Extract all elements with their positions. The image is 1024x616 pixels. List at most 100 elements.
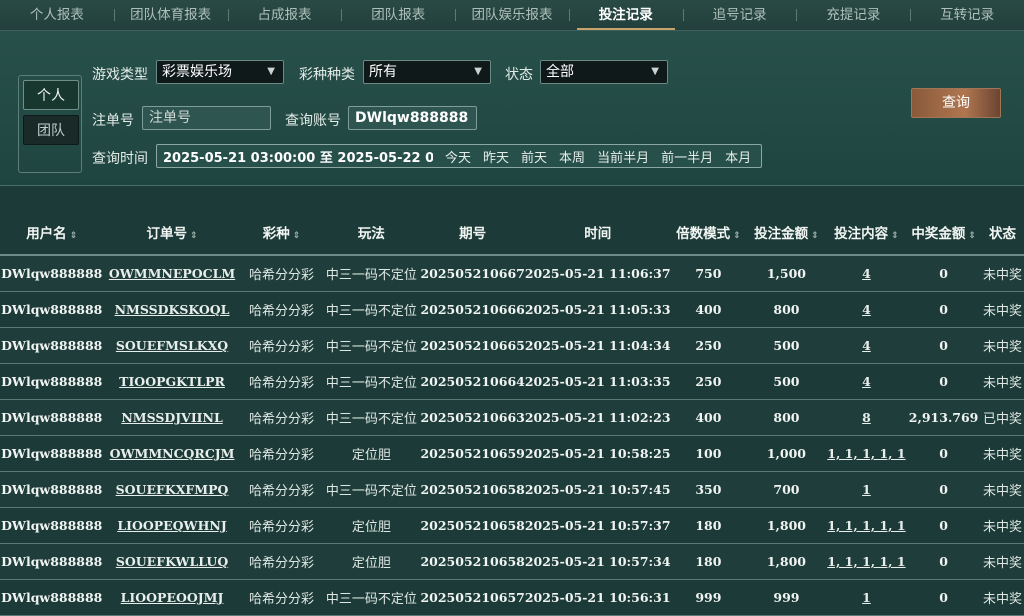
cell-content[interactable]: 1, 1, 1, 1, 1 — [826, 507, 907, 544]
table-row: DWlqw888888 OWMMNCQRCJM 哈希分分彩 定位胆 2025052106… — [0, 435, 1024, 472]
cell-status: 已中奖 — [980, 399, 1024, 436]
cell-time: 2025-05-21 11:06:37 — [524, 255, 671, 292]
cell-issue: 202505210664 — [420, 363, 525, 400]
status-label: 状态 — [505, 67, 533, 83]
column-header[interactable]: 中奖金额 ⇕ — [906, 210, 981, 256]
quick-yesterday[interactable]: 昨天 — [483, 147, 509, 166]
quick-this-week[interactable]: 本周 — [559, 147, 585, 166]
quick-today[interactable]: 今天 — [445, 147, 471, 166]
tab-6[interactable]: 追号记录 — [682, 0, 797, 30]
cell-content[interactable]: 1, 1, 1, 1, 1 — [826, 543, 907, 580]
cell-win: 0 — [906, 579, 981, 616]
tab-4[interactable]: 团队娱乐报表 — [455, 0, 569, 30]
cell-content[interactable]: 4 — [826, 291, 907, 328]
column-header[interactable]: 订单号 ⇕ — [103, 210, 241, 256]
cell-multi: 180 — [670, 507, 747, 544]
cell-order[interactable]: NMSSDKSKOQL — [103, 291, 241, 328]
cell-win: 2,913.769 — [906, 399, 981, 436]
table-row: DWlqw888888 LIOOPEQWHNJ 哈希分分彩 定位胆 2025052106… — [0, 507, 1024, 544]
cell-content[interactable]: 4 — [826, 255, 907, 292]
order-number-input[interactable]: 注单号 — [142, 106, 271, 130]
cell-lottery: 哈希分分彩 — [240, 471, 323, 508]
tab-3[interactable]: 团队报表 — [341, 0, 455, 30]
column-header[interactable]: 彩种 ⇕ — [240, 210, 323, 256]
cell-status: 未中奖 — [980, 507, 1024, 544]
game-type-value: 彩票娱乐场 — [162, 64, 232, 80]
cell-issue: 202505210663 — [420, 399, 525, 436]
query-button[interactable]: 查询 — [911, 88, 1001, 118]
cell-order[interactable]: TIOOPGKTLPR — [103, 363, 241, 400]
sort-icon[interactable]: ⇕ — [70, 231, 78, 241]
cell-multi: 350 — [670, 471, 747, 508]
cell-multi: 400 — [670, 291, 747, 328]
cell-order[interactable]: SOUEFKXFMPQ — [103, 471, 241, 508]
date-range-input[interactable]: 2025-05-21 03:00:00 至 2025-05-22 03:00:0 — [157, 147, 433, 166]
status-select[interactable]: 全部 ▼ — [540, 60, 668, 84]
sort-icon[interactable]: ⇕ — [190, 231, 198, 241]
cell-order[interactable]: SOUEFKWLLUQ — [103, 543, 241, 580]
cell-win: 0 — [906, 507, 981, 544]
cell-play: 中三一码不定位 — [322, 399, 421, 436]
cell-win: 0 — [906, 363, 981, 400]
cell-lottery: 哈希分分彩 — [240, 327, 323, 364]
scope-team-button[interactable]: 团队 — [23, 115, 79, 145]
cell-play: 定位胆 — [322, 435, 421, 472]
tab-8[interactable]: 互转记录 — [910, 0, 1024, 30]
cell-play: 中三一码不定位 — [322, 363, 421, 400]
sort-icon[interactable]: ⇕ — [733, 231, 741, 241]
cell-order[interactable]: LIOOPEQWHNJ — [103, 507, 241, 544]
cell-multi: 250 — [670, 363, 747, 400]
scope-personal-button[interactable]: 个人 — [23, 80, 79, 110]
cell-order[interactable]: OWMMNCQRCJM — [103, 435, 241, 472]
game-type-select[interactable]: 彩票娱乐场 ▼ — [156, 60, 284, 84]
sort-icon[interactable]: ⇕ — [891, 231, 899, 241]
tab-1[interactable]: 团队体育报表 — [113, 0, 228, 30]
cell-play: 定位胆 — [322, 507, 421, 544]
cell-amount: 800 — [746, 399, 827, 436]
tab-0[interactable]: 个人报表 — [0, 0, 114, 30]
cell-content[interactable]: 1, 1, 1, 1, 1 — [826, 435, 907, 472]
cell-play: 中三一码不定位 — [322, 579, 421, 616]
cell-content[interactable]: 8 — [826, 399, 907, 436]
cell-win: 0 — [906, 435, 981, 472]
lottery-select[interactable]: 所有 ▼ — [363, 60, 491, 84]
order-label: 注单号 — [92, 113, 134, 129]
column-header[interactable]: 用户名 ⇕ — [0, 210, 104, 256]
cell-content[interactable]: 4 — [826, 327, 907, 364]
column-header-label: 倍数模式 — [676, 226, 731, 242]
cell-content[interactable]: 1 — [826, 471, 907, 508]
sort-icon[interactable]: ⇕ — [811, 231, 819, 241]
chevron-down-icon: ▼ — [474, 66, 482, 77]
cell-status: 未中奖 — [980, 327, 1024, 364]
cell-order[interactable]: SOUEFMSLKXQ — [103, 327, 241, 364]
column-header[interactable]: 倍数模式 ⇕ — [670, 210, 747, 256]
cell-user: DWlqw888888 — [0, 435, 104, 472]
column-header[interactable]: 投注内容 ⇕ — [826, 210, 907, 256]
cell-order[interactable]: LIOOPEOOJMJ — [103, 579, 241, 616]
tab-2[interactable]: 占成报表 — [227, 0, 342, 30]
lottery-value: 所有 — [369, 64, 397, 80]
quick-previous-half-month[interactable]: 前一半月 — [661, 147, 713, 166]
cell-time: 2025-05-21 10:57:45 — [524, 471, 671, 508]
cell-user: DWlqw888888 — [0, 327, 104, 364]
column-header[interactable]: 投注金额 ⇕ — [746, 210, 827, 256]
quick-this-month[interactable]: 本月 — [725, 147, 751, 166]
sort-icon[interactable]: ⇕ — [968, 231, 976, 241]
quick-day-before[interactable]: 前天 — [521, 147, 547, 166]
cell-status: 未中奖 — [980, 255, 1024, 292]
cell-user: DWlqw888888 — [0, 507, 104, 544]
sort-icon[interactable]: ⇕ — [293, 231, 301, 241]
cell-content[interactable]: 1 — [826, 579, 907, 616]
cell-content[interactable]: 4 — [826, 363, 907, 400]
account-input[interactable]: DWlqw888888 — [348, 106, 477, 130]
report-tabs: 个人报表 团队体育报表 占成报表 团队报表 团队娱乐报表 投注记录 追号记录 充提记录 互转记录 — [0, 0, 1024, 31]
tab-7[interactable]: 充提记录 — [796, 0, 910, 30]
cell-multi: 180 — [670, 543, 747, 580]
cell-win: 0 — [906, 327, 981, 364]
cell-order[interactable]: OWMMNEPOCLM — [103, 255, 241, 292]
table-row: DWlqw888888 LIOOPEOOJMJ 哈希分分彩 中三一码不定位 202505… — [0, 579, 1024, 616]
tab-5[interactable]: 投注记录 — [568, 0, 683, 30]
cell-order[interactable]: NMSSDJVIINL — [103, 399, 241, 436]
cell-multi: 400 — [670, 399, 747, 436]
quick-current-half-month[interactable]: 当前半月 — [597, 147, 649, 166]
